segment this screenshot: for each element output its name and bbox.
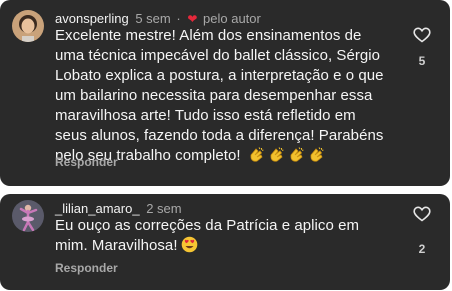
comment-line: seus alunos, fazendo toda a diferença! P… [55, 127, 384, 144]
avatar-image [12, 10, 44, 42]
reply-button[interactable]: Responder [55, 261, 118, 275]
comment-line: maravilhosa arte! Tudo isso está refleti… [55, 107, 356, 124]
avatar-image [12, 200, 44, 232]
comment-line: um bailarino necessita para desempenhar … [55, 87, 373, 104]
author-badge: pelo autor [203, 11, 261, 26]
comment-line: mim. Maravilhosa! [55, 237, 178, 254]
like-heart-icon[interactable] [413, 206, 431, 222]
avatar[interactable] [12, 200, 44, 232]
liked-by-author-heart-icon: ❤ [187, 12, 198, 26]
clapping-hands-icon [288, 146, 305, 169]
comment-line: Excelente mestre! Além dos ensinamentos … [55, 27, 362, 44]
like-count: 2 [418, 242, 426, 256]
username[interactable]: _lilian_amaro_ [55, 201, 140, 216]
comment-line: Eu ouço as correções da Patrícia e aplic… [55, 217, 360, 234]
timestamp: 2 sem [146, 201, 182, 216]
username[interactable]: avonsperling [55, 11, 129, 26]
clapping-hands-icon [248, 146, 265, 169]
timestamp: 5 sem [135, 11, 171, 26]
clapping-hands-icon [268, 146, 285, 169]
comment-card: avonsperling 5 sem · ❤ pelo autor Excele… [0, 0, 450, 186]
clapping-hands-icon [308, 146, 325, 169]
like-heart-icon[interactable] [413, 27, 431, 43]
comment-card: _lilian_amaro_ 2 sem Eu ouço as correçõe… [0, 194, 450, 290]
reply-button[interactable]: Responder [55, 155, 118, 169]
comment-line-last: mim. Maravilhosa! [55, 236, 359, 256]
like-count: 5 [418, 54, 426, 68]
comment-line: Lobato explica a postura, a interpretaçã… [55, 67, 384, 84]
separator: · [176, 11, 181, 26]
comment-text: Excelente mestre! Além dos ensinamentos … [55, 26, 384, 166]
comment-text: Eu ouço as correções da Patrícia e aplic… [55, 216, 359, 256]
comment-line: uma técnica impecável do ballet clássico… [55, 47, 381, 64]
comment-meta: _lilian_amaro_ 2 sem [55, 201, 182, 217]
comment-meta: avonsperling 5 sem · ❤ pelo autor [55, 11, 261, 27]
heart-eyes-face-icon [181, 236, 198, 259]
avatar[interactable] [12, 10, 44, 42]
